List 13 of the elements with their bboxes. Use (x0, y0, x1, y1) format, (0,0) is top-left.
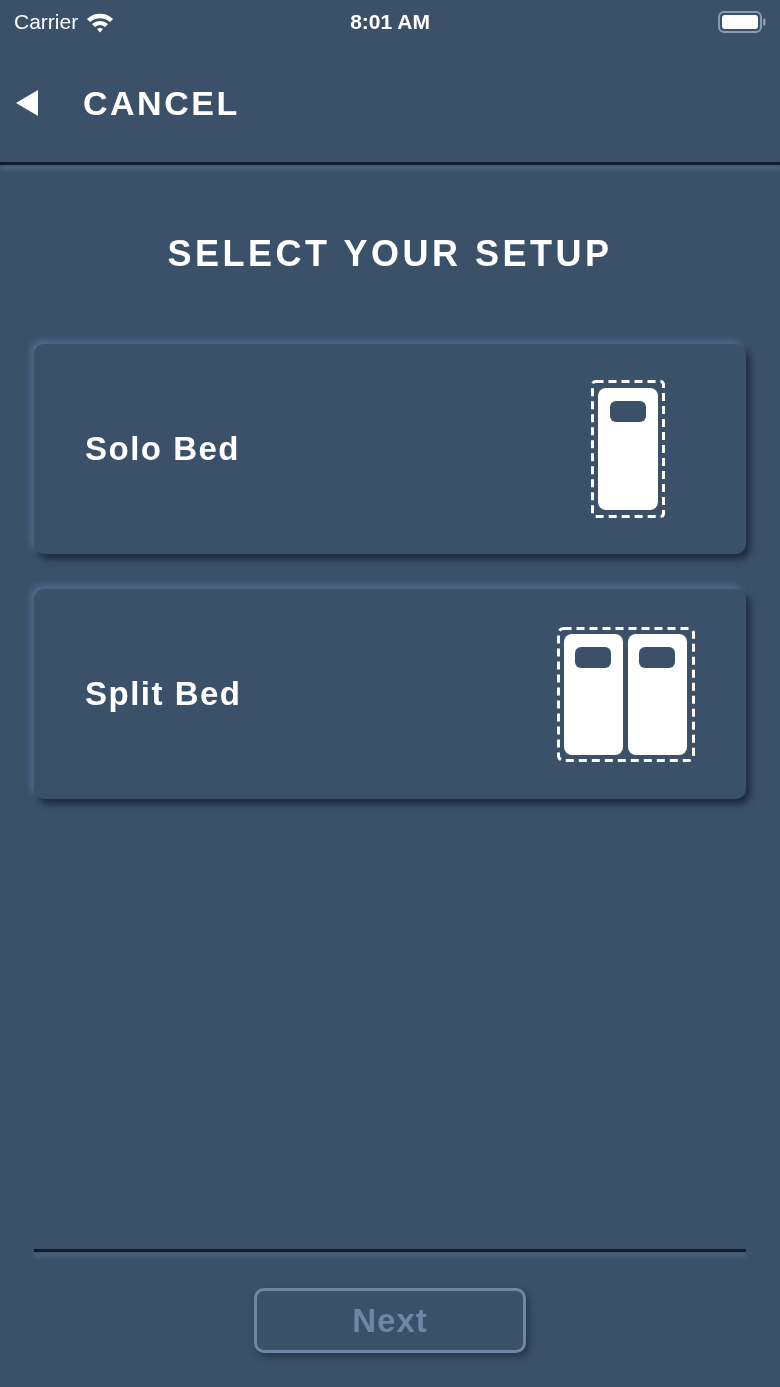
battery-icon (718, 11, 766, 33)
bed-option-label: Solo Bed (85, 430, 240, 468)
clock-time: 8:01 AM (350, 10, 430, 34)
bed-option-card[interactable]: Solo Bed (34, 344, 746, 554)
split-bed-icon (557, 626, 695, 762)
single-bed-icon (591, 380, 665, 518)
bed-option-label: Split Bed (85, 675, 242, 713)
bed-option-card[interactable]: Split Bed (34, 589, 746, 799)
page-title: SELECT YOUR SETUP (166, 233, 614, 275)
back-arrow-icon[interactable] (16, 90, 38, 116)
wifi-icon (86, 11, 115, 33)
carrier-label: Carrier (14, 10, 79, 34)
cancel-button[interactable]: CANCEL (83, 83, 240, 123)
